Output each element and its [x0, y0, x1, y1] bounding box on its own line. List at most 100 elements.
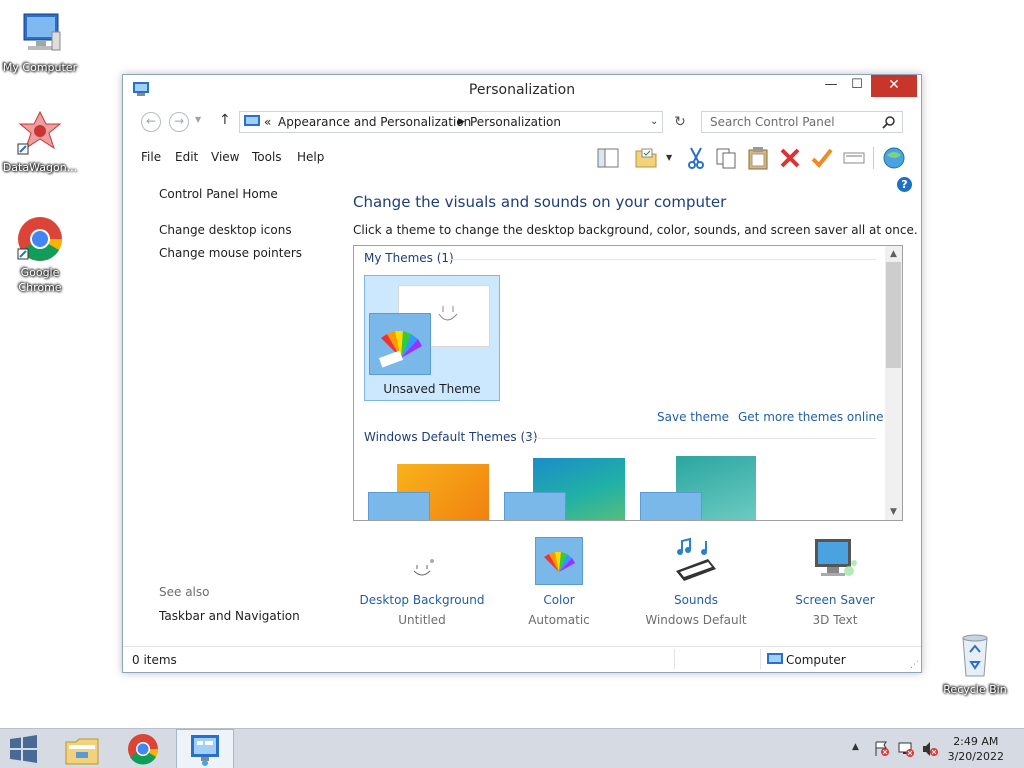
desktop-background-setting[interactable]: Desktop Background Untitled	[352, 537, 492, 627]
chrome-icon	[16, 215, 64, 263]
copy-icon[interactable]	[713, 145, 739, 171]
screen-saver-icon	[811, 537, 859, 585]
folder-icon[interactable]	[633, 145, 659, 171]
lines-and-colors-theme-tile[interactable]	[500, 458, 636, 520]
address-dropdown-icon[interactable]: ⌄	[650, 116, 658, 127]
title-bar[interactable]: Personalization — ☐ ✕	[123, 75, 921, 105]
clock-date: 3/20/2022	[947, 750, 1004, 763]
default-themes-header: Windows Default Themes (3)	[364, 430, 538, 444]
scroll-up-icon[interactable]: ▲	[885, 246, 902, 262]
change-desktop-icons-link[interactable]: Change desktop icons	[159, 223, 292, 237]
page-heading: Change the visuals and sounds on your co…	[353, 193, 727, 211]
navigation-bar: ← → ▼ ↑ « Appearance and Personalization…	[131, 109, 913, 135]
breadcrumb-personalization[interactable]: Personalization	[470, 115, 561, 129]
change-mouse-pointers-link[interactable]: Change mouse pointers	[159, 246, 302, 260]
menu-file[interactable]: File	[141, 150, 161, 164]
scroll-thumb[interactable]	[886, 262, 901, 368]
unsaved-theme-tile[interactable]: Unsaved Theme	[364, 275, 500, 401]
desktop-background-icon	[398, 537, 446, 585]
layout-icon[interactable]	[595, 145, 621, 171]
see-also-label: See also	[159, 585, 210, 599]
setting-value: 3D Text	[812, 613, 858, 627]
control-panel-taskbar-button[interactable]	[176, 729, 234, 768]
desktop-icon-datawagon[interactable]: DataWagon...	[0, 110, 80, 175]
setting-title: Screen Saver	[795, 593, 875, 607]
forward-button[interactable]: →	[169, 112, 189, 132]
menu-bar: File Edit View Tools Help ▼ ?	[123, 139, 921, 192]
themes-scrollbar[interactable]: ▲ ▼	[885, 246, 902, 520]
setting-title: Sounds	[673, 593, 719, 607]
menu-tools[interactable]: Tools	[252, 150, 282, 164]
color-icon	[535, 537, 583, 585]
search-placeholder: Search Control Panel	[710, 115, 835, 129]
clock[interactable]: 2:49 AM 3/20/2022	[948, 734, 1004, 764]
color-swatch-icon	[369, 313, 431, 375]
menu-edit[interactable]: Edit	[175, 150, 198, 164]
folder-dropdown-icon[interactable]: ▼	[666, 153, 672, 162]
windows-theme-tile[interactable]	[364, 460, 500, 520]
rename-icon[interactable]	[841, 145, 867, 171]
up-button[interactable]: ↑	[219, 112, 231, 128]
my-themes-header: My Themes (1)	[364, 251, 454, 265]
cut-icon[interactable]	[683, 145, 709, 171]
screen-saver-setting[interactable]: Screen Saver 3D Text	[765, 537, 905, 627]
status-divider	[760, 649, 761, 669]
get-more-themes-link[interactable]: Get more themes online	[738, 410, 884, 424]
file-explorer-button[interactable]	[54, 729, 112, 768]
show-hidden-icons-icon[interactable]: ▲	[852, 742, 859, 752]
resize-grip-icon[interactable]: ⋰	[910, 660, 919, 670]
taskbar-navigation-link[interactable]: Taskbar and Navigation	[159, 609, 300, 623]
sounds-icon	[672, 537, 720, 585]
refresh-button[interactable]: ↻	[671, 113, 689, 131]
clock-time: 2:49 AM	[953, 735, 999, 748]
save-theme-link[interactable]: Save theme	[657, 410, 729, 424]
search-icon[interactable]	[882, 115, 896, 132]
color-swatch-icon	[504, 492, 566, 520]
flowers-theme-tile[interactable]	[636, 456, 772, 520]
minimize-button[interactable]: —	[817, 75, 845, 97]
action-center-icon[interactable]	[874, 741, 890, 760]
start-button[interactable]	[0, 729, 58, 768]
color-setting[interactable]: Color Automatic	[489, 537, 629, 627]
color-swatch-icon	[368, 492, 430, 520]
sounds-setting[interactable]: Sounds Windows Default	[626, 537, 766, 627]
volume-muted-icon[interactable]	[922, 741, 938, 760]
properties-icon[interactable]	[809, 145, 835, 171]
back-button[interactable]: ←	[141, 112, 161, 132]
delete-icon[interactable]	[777, 145, 803, 171]
setting-value: Untitled	[398, 613, 446, 627]
color-swatch-icon	[640, 492, 702, 520]
address-bar[interactable]: « Appearance and Personalization ▶ Perso…	[239, 111, 663, 133]
close-button[interactable]: ✕	[871, 75, 917, 97]
desktop-icon-recycle-bin[interactable]: Recycle Bin	[935, 632, 1015, 697]
left-pane: Control Panel Home Change desktop icons …	[123, 175, 343, 645]
globe-icon[interactable]	[881, 145, 907, 171]
search-input[interactable]: Search Control Panel	[701, 111, 903, 133]
breadcrumb-appearance[interactable]: Appearance and Personalization	[278, 115, 471, 129]
desktop-icon-label: Recycle Bin	[943, 683, 1007, 696]
taskbar: ▲ 2:49 AM 3/20/2022	[0, 728, 1024, 768]
setting-title: Desktop Background	[359, 593, 485, 607]
menu-help[interactable]: Help	[297, 150, 324, 164]
control-panel-home-link[interactable]: Control Panel Home	[159, 187, 278, 201]
themes-list: My Themes (1) Unsaved Theme Save theme G…	[353, 245, 903, 521]
desktop-icon-chrome[interactable]: Google Chrome	[0, 215, 80, 295]
maximize-button[interactable]: ☐	[843, 75, 871, 97]
unsaved-theme-label: Unsaved Theme	[383, 382, 481, 396]
recycle-bin-icon	[951, 632, 999, 680]
computer-icon	[16, 10, 64, 58]
menu-view[interactable]: View	[211, 150, 239, 164]
status-bar: 0 items Computer ⋰	[123, 646, 921, 672]
group-divider	[524, 438, 876, 439]
recent-pages-dropdown-icon[interactable]: ▼	[195, 115, 201, 124]
desktop-icon-my-computer[interactable]: My Computer	[0, 10, 80, 75]
datawagon-icon	[16, 110, 64, 158]
group-divider	[448, 259, 876, 260]
paste-icon[interactable]	[745, 145, 771, 171]
chrome-taskbar-button[interactable]	[114, 729, 172, 768]
scroll-down-icon[interactable]: ▼	[885, 504, 902, 520]
breadcrumb-overflow[interactable]: «	[264, 115, 271, 129]
status-divider	[674, 649, 675, 669]
page-subheading: Click a theme to change the desktop back…	[353, 223, 918, 237]
network-icon[interactable]	[898, 741, 914, 760]
